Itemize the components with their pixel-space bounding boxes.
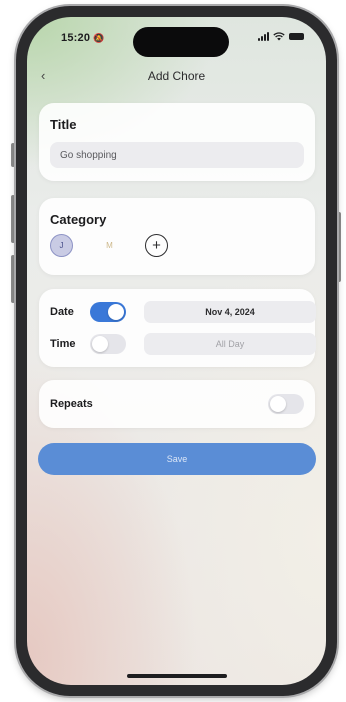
schedule-card: Date Nov 4, 2024 Time All Day [39, 289, 316, 367]
date-toggle[interactable] [90, 302, 126, 322]
title-card: Title [39, 103, 315, 181]
time-toggle[interactable] [90, 334, 126, 354]
time-label: Time [50, 338, 76, 350]
date-value: Nov 4, 2024 [205, 307, 255, 317]
date-label: Date [50, 306, 74, 318]
app-screen: 15:20 🔕 ‹ Add Chore Title Go shopping Ca… [27, 17, 326, 685]
time-value: All Day [215, 339, 245, 349]
category-card: Category J M + [39, 198, 315, 275]
clock-text: 15:20 [61, 32, 91, 44]
save-button-label: Save [166, 454, 188, 464]
title-heading: Title [50, 117, 77, 132]
repeats-toggle-knob [270, 396, 286, 412]
status-time: 15:20 🔕 [61, 32, 105, 44]
dynamic-island [133, 27, 229, 57]
home-indicator[interactable] [127, 674, 227, 678]
save-button[interactable]: Save [38, 443, 316, 475]
wifi-icon [273, 32, 285, 41]
action-button [11, 143, 15, 167]
signal-icon [258, 32, 269, 41]
nav-bar: ‹ Add Chore [27, 63, 326, 89]
time-toggle-knob [92, 336, 108, 352]
repeats-toggle[interactable] [268, 394, 304, 414]
date-toggle-knob [108, 304, 124, 320]
category-chip-j[interactable]: J [50, 234, 73, 257]
add-category-button[interactable]: + [145, 234, 168, 257]
device-stage: 15:20 🔕 ‹ Add Chore Title Go shopping Ca… [0, 0, 346, 702]
time-value-pill[interactable]: All Day [144, 333, 316, 355]
title-input[interactable] [50, 148, 292, 162]
date-value-pill[interactable]: Nov 4, 2024 [144, 301, 316, 323]
repeats-label: Repeats [50, 398, 93, 410]
volume-up-button [11, 195, 15, 243]
title-input-wrapper[interactable] [50, 142, 304, 168]
power-button [337, 212, 341, 282]
repeats-card: Repeats [39, 380, 315, 428]
battery-icon [289, 33, 304, 40]
volume-down-button [11, 255, 15, 303]
category-chip-m[interactable]: M [98, 234, 121, 257]
bell-slash-icon: 🔕 [93, 33, 105, 43]
status-icons [258, 32, 304, 41]
page-title: Add Chore [147, 69, 206, 83]
category-heading: Category [50, 212, 107, 227]
